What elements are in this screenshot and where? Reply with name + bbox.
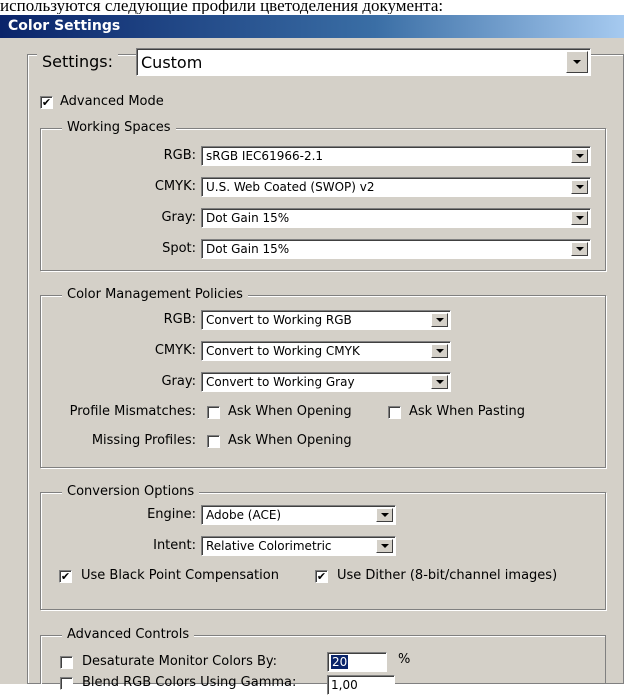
chevron-down-icon[interactable] <box>431 344 448 358</box>
color-settings-dialog: Color Settings Settings: Custom ✔ Advanc… <box>0 15 624 695</box>
desaturate-checkbox[interactable] <box>60 656 73 669</box>
chevron-down-icon[interactable] <box>571 211 588 225</box>
blend-gamma-label: Blend RGB Colors Using Gamma: <box>82 675 297 690</box>
chevron-down-icon[interactable] <box>431 313 448 327</box>
desaturate-label: Desaturate Monitor Colors By: <box>82 654 278 669</box>
document-caption: используются следующие профили цветоделе… <box>0 0 444 14</box>
ws-rgb-value: sRGB IEC61966-2.1 <box>206 149 324 163</box>
chevron-down-icon[interactable] <box>376 508 393 522</box>
intent-value: Relative Colorimetric <box>206 539 332 553</box>
conversion-title: Conversion Options <box>62 484 200 500</box>
policy-gray-dropdown[interactable]: Convert to Working Gray <box>201 372 451 392</box>
engine-label: Engine: <box>147 507 196 522</box>
mismatch-ask-opening-checkbox[interactable] <box>207 406 220 419</box>
ws-rgb-dropdown[interactable]: sRGB IEC61966-2.1 <box>201 146 591 166</box>
ws-spot-dropdown[interactable]: Dot Gain 15% <box>201 239 591 259</box>
black-point-checkbox[interactable]: ✔ <box>59 570 72 583</box>
mismatch-ask-opening-label: Ask When Opening <box>228 404 352 419</box>
policy-gray-label: Gray: <box>161 374 196 389</box>
advanced-mode-checkbox[interactable]: ✔ <box>40 96 53 109</box>
engine-value: Adobe (ACE) <box>206 508 282 522</box>
missing-profiles-label: Missing Profiles: <box>91 433 196 448</box>
chevron-down-icon[interactable] <box>431 375 448 389</box>
dialog-client-area: Settings: Custom ✔ Advanced Mode Working… <box>6 38 624 695</box>
chevron-down-icon[interactable] <box>566 51 588 73</box>
percent-unit: % <box>398 652 411 667</box>
policy-cmyk-value: Convert to Working CMYK <box>206 344 360 358</box>
ws-spot-label: Spot: <box>162 241 196 256</box>
mismatch-ask-pasting-label: Ask When Pasting <box>409 404 525 419</box>
ws-cmyk-dropdown[interactable]: U.S. Web Coated (SWOP) v2 <box>201 177 591 197</box>
policy-gray-value: Convert to Working Gray <box>206 375 355 389</box>
working-spaces-title: Working Spaces <box>62 120 176 136</box>
policy-cmyk-dropdown[interactable]: Convert to Working CMYK <box>201 341 451 361</box>
ws-spot-value: Dot Gain 15% <box>206 242 290 256</box>
engine-dropdown[interactable]: Adobe (ACE) <box>201 505 396 525</box>
desaturate-value: 20 <box>331 655 349 669</box>
window-title[interactable]: Color Settings <box>0 15 624 38</box>
black-point-label: Use Black Point Compensation <box>81 568 279 583</box>
ws-cmyk-value: U.S. Web Coated (SWOP) v2 <box>206 180 375 194</box>
missing-ask-opening-checkbox[interactable] <box>207 435 220 448</box>
advanced-mode-label: Advanced Mode <box>60 94 164 109</box>
ws-cmyk-label: CMYK: <box>154 179 196 194</box>
policy-rgb-dropdown[interactable]: Convert to Working RGB <box>201 310 451 330</box>
intent-label: Intent: <box>153 538 196 553</box>
dither-label: Use Dither (8-bit/channel images) <box>337 568 558 583</box>
desaturate-input[interactable]: 20 <box>327 652 387 672</box>
policy-cmyk-label: CMYK: <box>154 343 196 358</box>
advanced-controls-title: Advanced Controls <box>62 627 195 643</box>
profile-mismatches-label: Profile Mismatches: <box>69 404 196 419</box>
mismatch-ask-pasting-checkbox[interactable] <box>388 406 401 419</box>
chevron-down-icon[interactable] <box>571 149 588 163</box>
chevron-down-icon[interactable] <box>376 539 393 553</box>
chevron-down-icon[interactable] <box>571 242 588 256</box>
settings-value: Custom <box>141 52 203 72</box>
intent-dropdown[interactable]: Relative Colorimetric <box>201 536 396 556</box>
settings-dropdown[interactable]: Custom <box>136 48 591 76</box>
ws-rgb-label: RGB: <box>163 148 196 163</box>
settings-label: Settings: <box>37 48 119 76</box>
blend-gamma-input[interactable]: 1,00 <box>327 675 395 695</box>
policy-rgb-value: Convert to Working RGB <box>206 313 352 327</box>
ws-gray-label: Gray: <box>161 210 196 225</box>
chevron-down-icon[interactable] <box>571 180 588 194</box>
policy-rgb-label: RGB: <box>163 312 196 327</box>
ws-gray-value: Dot Gain 15% <box>206 211 290 225</box>
policies-title: Color Management Policies <box>62 287 248 303</box>
dither-checkbox[interactable]: ✔ <box>315 570 328 583</box>
missing-ask-opening-label: Ask When Opening <box>228 433 352 448</box>
ws-gray-dropdown[interactable]: Dot Gain 15% <box>201 208 591 228</box>
